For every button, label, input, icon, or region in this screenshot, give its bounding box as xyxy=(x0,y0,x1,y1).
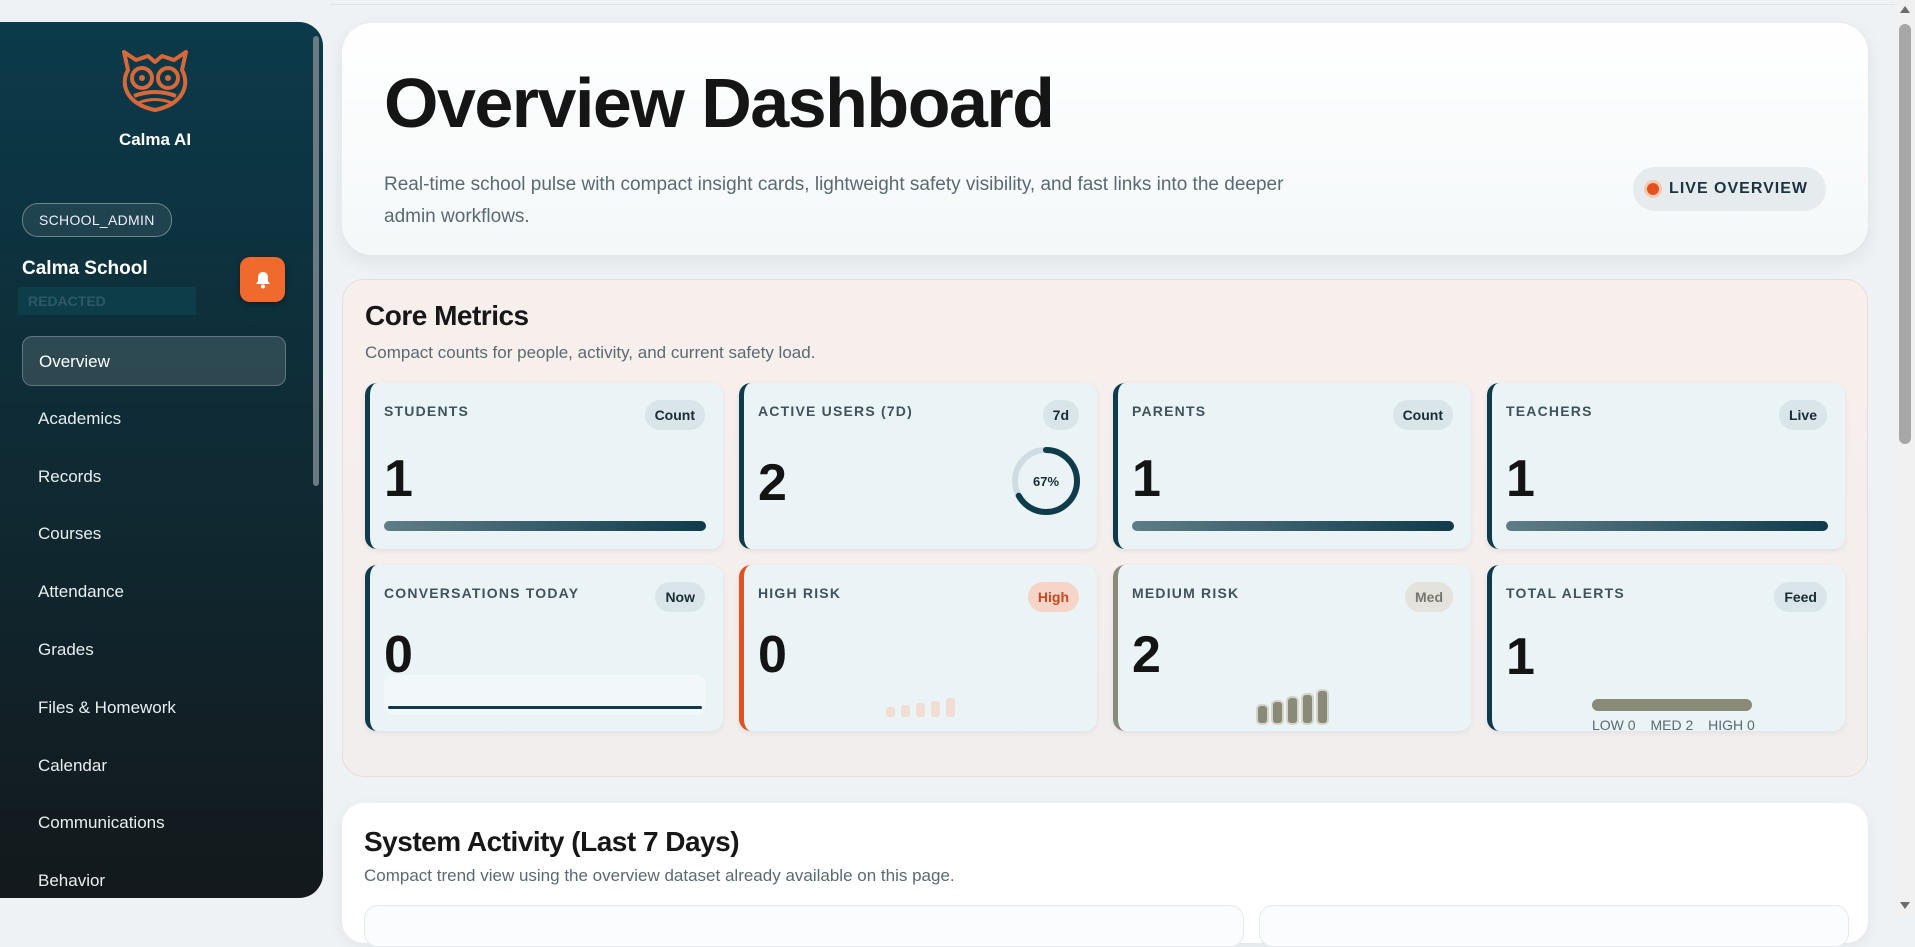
metric-card-active-users[interactable]: ACTIVE USERS (7D) 7d 2 67% xyxy=(739,383,1097,549)
role-badge: SCHOOL_ADMIN xyxy=(22,203,172,237)
scroll-down-icon[interactable] xyxy=(1900,902,1910,909)
metric-label: MEDIUM RISK xyxy=(1132,585,1240,601)
page-description: Real-time school pulse with compact insi… xyxy=(384,174,1284,227)
metric-label: TEACHERS xyxy=(1506,403,1593,419)
alerts-high: HIGH 0 xyxy=(1708,717,1755,733)
sidebar-item-calendar[interactable]: Calendar xyxy=(22,741,286,791)
sidebar-item-communications[interactable]: Communications xyxy=(22,798,286,848)
system-activity-panel: System Activity (Last 7 Days) Compact tr… xyxy=(342,803,1868,947)
metric-value: 0 xyxy=(758,626,787,684)
metric-value: 2 xyxy=(1132,626,1161,684)
metric-badge: Now xyxy=(655,582,705,612)
live-dot-icon xyxy=(1647,183,1660,195)
ring-percent-label: 67% xyxy=(1033,474,1059,489)
core-metrics-subtitle: Compact counts for people, activity, and… xyxy=(365,343,816,362)
live-status-label: LIVE OVERVIEW xyxy=(1669,180,1808,197)
activity-chart-panel xyxy=(364,905,1244,947)
live-status-badge: LIVE OVERVIEW xyxy=(1633,167,1826,211)
medium-risk-bars xyxy=(1256,689,1329,725)
top-divider xyxy=(330,4,1900,5)
alerts-distribution-bar xyxy=(1592,699,1752,711)
metric-value: 1 xyxy=(1506,450,1535,508)
metric-label: CONVERSATIONS TODAY xyxy=(384,585,580,601)
metric-value: 1 xyxy=(1506,628,1535,686)
alerts-low: LOW 0 xyxy=(1592,717,1636,733)
metric-value: 1 xyxy=(1132,450,1161,508)
metric-badge: Feed xyxy=(1774,582,1827,612)
metric-value: 1 xyxy=(384,450,413,508)
system-activity-subtitle: Compact trend view using the overview da… xyxy=(364,866,955,885)
metric-card-parents[interactable]: PARENTS Count 1 xyxy=(1113,383,1471,549)
scroll-thumb[interactable] xyxy=(1899,24,1911,444)
sidebar-item-grades[interactable]: Grades xyxy=(22,625,286,675)
metric-progress-bar xyxy=(1132,521,1454,531)
metric-card-conversations[interactable]: CONVERSATIONS TODAY Now 0 xyxy=(365,565,723,731)
metric-label: STUDENTS xyxy=(384,403,470,419)
sidebar-item-records[interactable]: Records xyxy=(22,452,286,502)
core-metrics-title: Core Metrics xyxy=(365,300,529,331)
conversations-sparkline xyxy=(384,675,706,715)
metric-badge: 7d xyxy=(1042,400,1079,430)
metric-value: 2 xyxy=(758,454,787,512)
metric-label: PARENTS xyxy=(1132,403,1207,419)
metric-card-teachers[interactable]: TEACHERS Live 1 xyxy=(1487,383,1845,549)
metric-card-high-risk[interactable]: HIGH RISK High 0 xyxy=(739,565,1097,731)
metric-label: ACTIVE USERS (7D) xyxy=(758,403,913,419)
metric-badge: Live xyxy=(1778,400,1827,430)
metric-card-students[interactable]: STUDENTS Count 1 xyxy=(365,383,723,549)
sidebar-item-behavior[interactable]: Behavior xyxy=(22,856,286,898)
activity-side-panel xyxy=(1259,905,1849,947)
page-title: Overview Dashboard xyxy=(384,64,1055,142)
bell-icon xyxy=(255,271,270,288)
metric-badge: Count xyxy=(644,400,705,430)
sidebar: Calma AI SCHOOL_ADMIN Calma School REDAC… xyxy=(0,22,323,898)
school-subtitle: REDACTED xyxy=(18,287,196,315)
alerts-breakdown: LOW 0 MED 2 HIGH 0 xyxy=(1592,717,1755,733)
metric-label: TOTAL ALERTS xyxy=(1506,585,1625,601)
metric-badge: Med xyxy=(1405,582,1453,612)
active-users-ring: 67% xyxy=(1012,447,1080,515)
metric-badge: High xyxy=(1027,582,1079,612)
page-scrollbar[interactable] xyxy=(1895,0,1915,915)
metric-card-total-alerts[interactable]: TOTAL ALERTS Feed 1 LOW 0 MED 2 HIGH 0 xyxy=(1487,565,1845,733)
sidebar-scrollbar[interactable] xyxy=(313,36,319,486)
sparkline-line xyxy=(388,706,702,709)
brand-name: Calma AI xyxy=(118,130,192,149)
metric-card-medium-risk[interactable]: MEDIUM RISK Med 2 xyxy=(1113,565,1471,731)
metric-progress-bar xyxy=(1506,521,1828,531)
metric-label: HIGH RISK xyxy=(758,585,842,601)
hero-panel: Overview Dashboard Real-time school puls… xyxy=(342,23,1868,255)
sidebar-item-attendance[interactable]: Attendance xyxy=(22,567,286,617)
metric-progress-bar xyxy=(384,521,706,531)
core-metrics-panel: Core Metrics Compact counts for people, … xyxy=(342,279,1868,777)
high-risk-bars xyxy=(886,698,955,717)
sidebar-nav: Overview Academics Records Courses Atten… xyxy=(22,336,286,898)
system-activity-title: System Activity (Last 7 Days) xyxy=(364,826,740,857)
notifications-button[interactable] xyxy=(240,257,285,302)
owl-logo-icon xyxy=(122,50,188,112)
sidebar-item-files-homework[interactable]: Files & Homework xyxy=(22,683,286,733)
metric-badge: Count xyxy=(1392,400,1453,430)
sidebar-item-academics[interactable]: Academics xyxy=(22,394,286,444)
sidebar-item-courses[interactable]: Courses xyxy=(22,509,286,559)
alerts-med: MED 2 xyxy=(1650,717,1694,733)
scroll-up-icon[interactable] xyxy=(1900,6,1910,13)
school-name: Calma School xyxy=(22,258,148,279)
sidebar-item-overview[interactable]: Overview xyxy=(22,336,286,386)
